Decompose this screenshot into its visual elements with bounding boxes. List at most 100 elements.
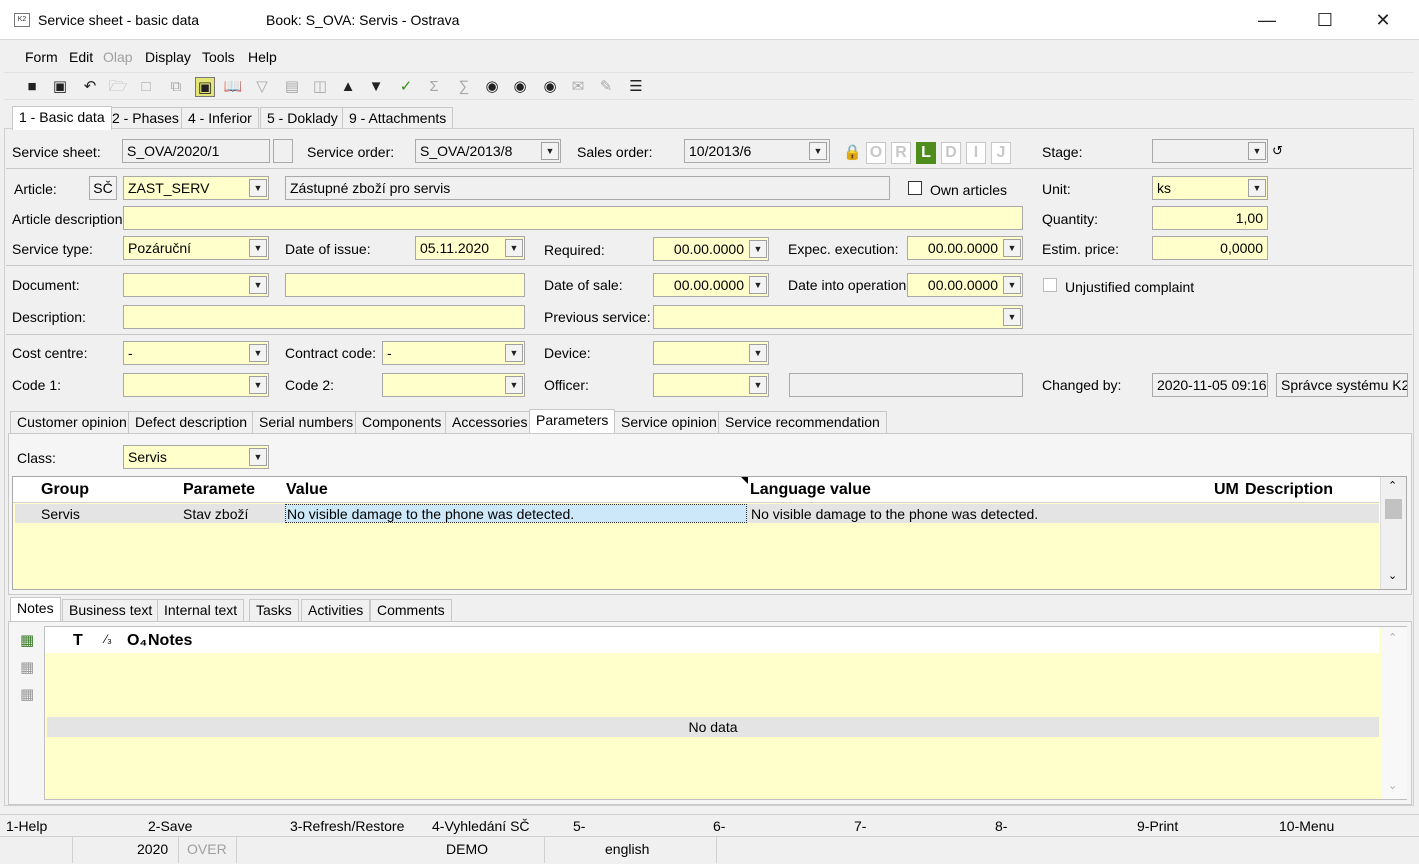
check-edit-icon[interactable]: ✓ xyxy=(396,77,416,97)
fkey-7[interactable]: 7- xyxy=(854,818,866,834)
document-field[interactable] xyxy=(123,273,269,297)
required-dropdown-icon[interactable]: ▼ xyxy=(749,240,767,258)
class-dropdown-icon[interactable]: ▼ xyxy=(249,448,267,466)
new-document-icon[interactable]: □ xyxy=(136,77,156,97)
cell-value[interactable]: No visible damage to the phone was detec… xyxy=(287,506,747,522)
fkey-5[interactable]: 5- xyxy=(573,818,585,834)
status-letter-r[interactable]: R xyxy=(891,142,911,164)
delete-note-icon[interactable]: ▦ xyxy=(20,685,34,703)
open-folder-icon[interactable]: 🗁 xyxy=(108,77,128,97)
officer-dropdown-icon[interactable]: ▼ xyxy=(749,376,767,394)
col-type[interactable]: T xyxy=(73,632,83,650)
code1-dropdown-icon[interactable]: ▼ xyxy=(249,376,267,394)
status-letter-d[interactable]: D xyxy=(941,142,961,164)
article-field[interactable]: ZAST_SERV xyxy=(123,176,269,200)
tab-internal-text[interactable]: Internal text xyxy=(157,599,245,621)
binoculars-plus-icon[interactable]: ◉ xyxy=(510,77,530,97)
tab-comments[interactable]: Comments xyxy=(370,599,452,621)
service-sheet-extra-field[interactable] xyxy=(273,139,293,163)
unjustified-complaint-checkbox[interactable] xyxy=(1043,278,1057,292)
book-icon[interactable]: 📖 xyxy=(223,77,243,97)
fkey-search[interactable]: 4-Vyhledání SČ xyxy=(432,818,530,834)
cost-centre-field[interactable]: - xyxy=(123,341,269,365)
parameters-scrollbar[interactable]: ⌃ ⌄ xyxy=(1380,477,1406,589)
col-language-value[interactable]: Language value xyxy=(750,481,871,499)
date-of-sale-dropdown-icon[interactable]: ▼ xyxy=(749,276,767,294)
tab-serial-numbers[interactable]: Serial numbers xyxy=(252,411,361,433)
own-articles-checkbox[interactable] xyxy=(908,181,922,195)
tab-doklady[interactable]: 5 - Doklady xyxy=(260,107,345,129)
menu-help[interactable]: Help xyxy=(248,49,277,65)
tab-customer-opinion[interactable]: Customer opinion xyxy=(10,411,134,433)
save-icon[interactable]: ■ xyxy=(22,77,42,97)
tab-components[interactable]: Components xyxy=(355,411,449,433)
status-letter-o[interactable]: O xyxy=(866,142,886,164)
col-description[interactable]: Description xyxy=(1245,481,1333,499)
menu-edit[interactable]: Edit xyxy=(69,49,93,65)
unit-dropdown-icon[interactable]: ▼ xyxy=(1248,179,1266,197)
filter-list-icon[interactable]: ▤ xyxy=(282,77,302,97)
minimize-button[interactable]: — xyxy=(1238,0,1296,40)
notes-scroll-up-icon[interactable]: ⌃ xyxy=(1388,631,1397,644)
code2-dropdown-icon[interactable]: ▼ xyxy=(505,376,523,394)
quantity-field[interactable]: 1,00 xyxy=(1152,206,1268,230)
article-description-field[interactable] xyxy=(123,206,1023,230)
binoculars-icon[interactable]: ◉ xyxy=(482,77,502,97)
document-text-field[interactable] xyxy=(285,273,525,297)
batch-icon[interactable]: ∑ xyxy=(454,77,474,97)
tab-tasks[interactable]: Tasks xyxy=(249,599,299,621)
status-letter-i[interactable]: I xyxy=(966,142,986,164)
expec-execution-dropdown-icon[interactable]: ▼ xyxy=(1003,239,1021,257)
service-order-dropdown-icon[interactable]: ▼ xyxy=(541,142,559,160)
stack-icon[interactable]: ◫ xyxy=(310,77,330,97)
tab-inferior[interactable]: 4 - Inferior xyxy=(181,107,259,129)
document-dropdown-icon[interactable]: ▼ xyxy=(249,276,267,294)
close-button[interactable]: ✕ xyxy=(1354,0,1412,40)
fkey-save[interactable]: 2-Save xyxy=(148,818,192,834)
scroll-thumb[interactable] xyxy=(1385,499,1402,519)
col-attachment[interactable]: O₄ xyxy=(127,632,147,650)
code2-field[interactable] xyxy=(382,373,525,397)
hamburger-menu-icon[interactable]: ☰ xyxy=(626,77,646,97)
tab-notes[interactable]: Notes xyxy=(10,597,61,621)
copy-icon[interactable]: ⧉ xyxy=(166,77,186,97)
undo-icon[interactable]: ↶ xyxy=(80,77,100,97)
description-field[interactable] xyxy=(123,305,525,329)
fkey-print[interactable]: 9-Print xyxy=(1137,818,1178,834)
tab-attachments[interactable]: 9 - Attachments xyxy=(342,107,454,129)
edit-note-icon[interactable]: ▦ xyxy=(20,658,34,676)
col-um[interactable]: UM xyxy=(1214,481,1239,499)
tab-phases[interactable]: 2 - Phases xyxy=(105,107,186,129)
tab-parameters[interactable]: Parameters xyxy=(529,409,616,433)
fkey-help[interactable]: 1-Help xyxy=(6,818,47,834)
tab-business-text[interactable]: Business text xyxy=(62,599,160,621)
arrow-up-icon[interactable]: ▲ xyxy=(338,77,358,97)
scroll-down-icon[interactable]: ⌄ xyxy=(1388,569,1397,582)
tab-service-recommendation[interactable]: Service recommendation xyxy=(718,411,887,433)
binoculars-wave-icon[interactable]: ◉ xyxy=(540,77,560,97)
notes-scroll-down-icon[interactable]: ⌄ xyxy=(1388,779,1397,792)
fkey-6[interactable]: 6- xyxy=(713,818,725,834)
date-of-issue-dropdown-icon[interactable]: ▼ xyxy=(505,239,523,257)
fkey-refresh[interactable]: 3-Refresh/Restore xyxy=(290,818,404,834)
sum-icon[interactable]: Σ xyxy=(424,77,444,97)
fkey-8[interactable]: 8- xyxy=(995,818,1007,834)
edit-note-icon[interactable]: ✎ xyxy=(596,77,616,97)
menu-olap[interactable]: Olap xyxy=(103,49,133,65)
fkey-menu[interactable]: 10-Menu xyxy=(1279,818,1334,834)
filter-icon[interactable]: ▽ xyxy=(252,77,272,97)
code1-field[interactable] xyxy=(123,373,269,397)
col-parameter[interactable]: Paramete xyxy=(183,481,259,499)
service-sheet-field[interactable]: S_OVA/2020/1 xyxy=(122,139,270,163)
lock-icon[interactable]: ▣ xyxy=(195,77,215,97)
notes-scrollbar[interactable]: ⌃ ⌄ xyxy=(1381,627,1407,799)
save-close-icon[interactable]: ▣ xyxy=(50,77,70,97)
cost-centre-dropdown-icon[interactable]: ▼ xyxy=(249,344,267,362)
arrow-down-icon[interactable]: ▼ xyxy=(366,77,386,97)
article-dropdown-icon[interactable]: ▼ xyxy=(249,179,267,197)
col-notes[interactable]: Notes xyxy=(148,632,192,650)
history-icon[interactable]: ↺ xyxy=(1272,143,1283,159)
tab-accessories[interactable]: Accessories xyxy=(445,411,535,433)
status-letter-j[interactable]: J xyxy=(991,142,1011,164)
sales-order-dropdown-icon[interactable]: ▼ xyxy=(809,142,827,160)
